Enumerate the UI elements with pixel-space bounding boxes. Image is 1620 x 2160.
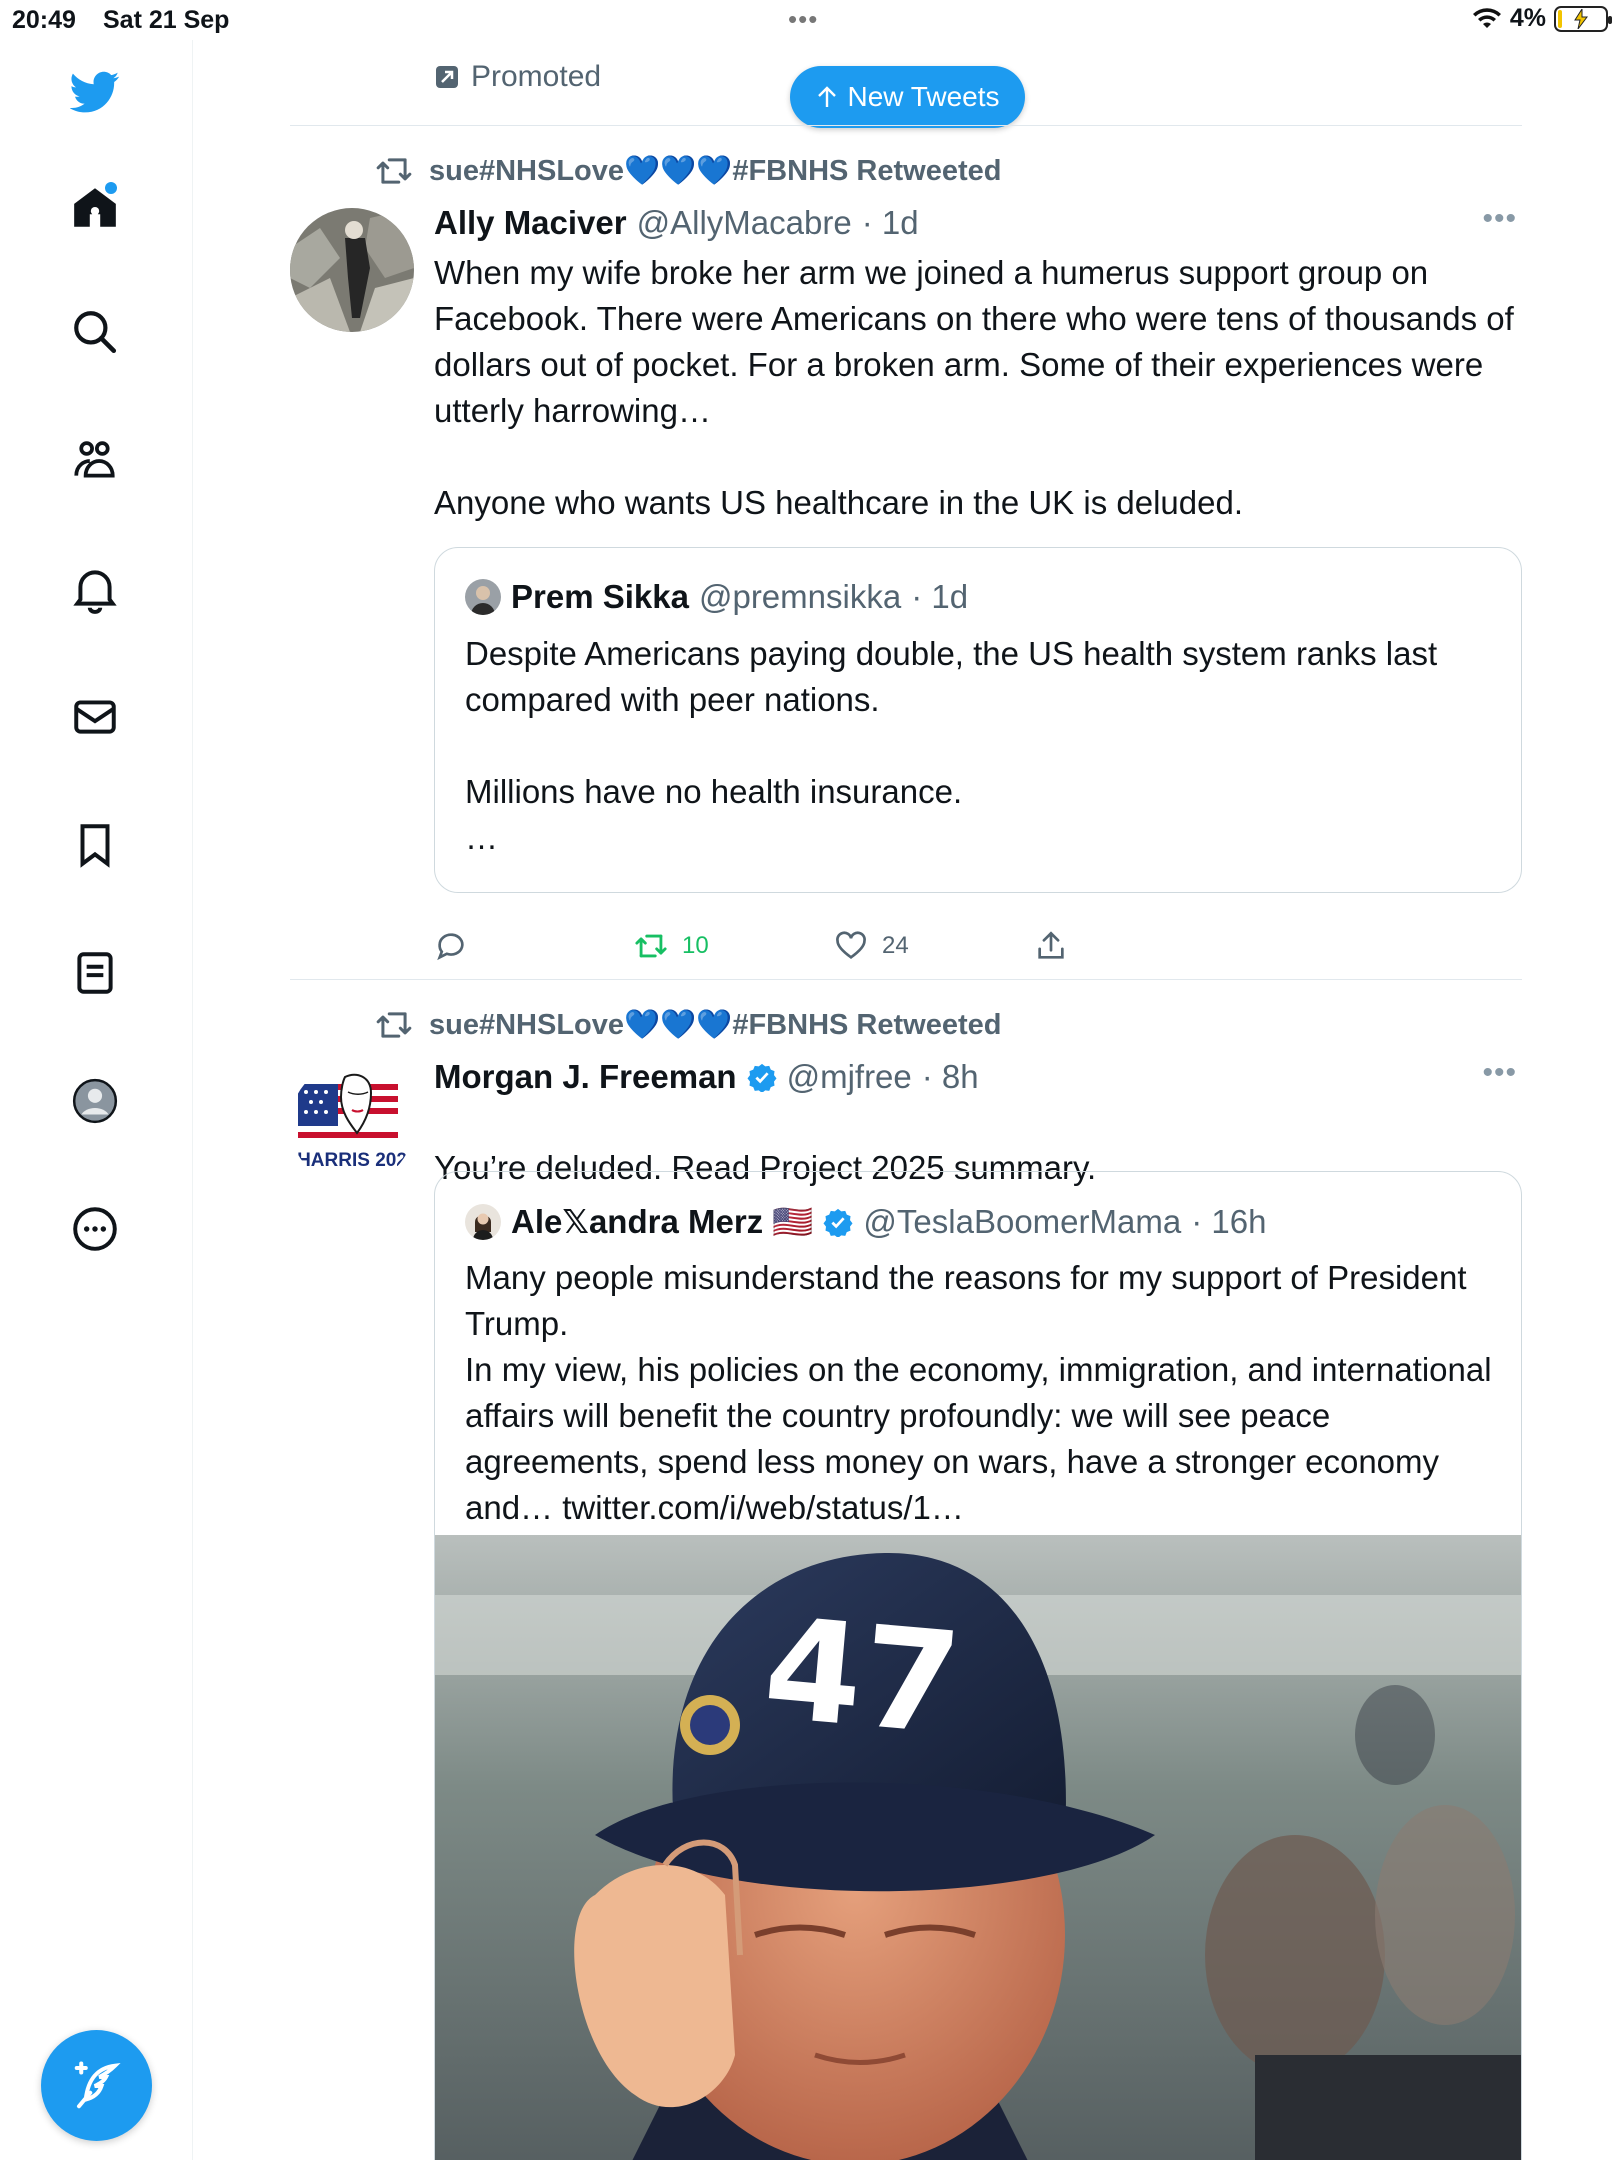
battery-icon (1554, 5, 1612, 32)
quoted-author-handle: @TeslaBoomerMama (863, 1203, 1182, 1240)
status-date: Sat 21 Sep (103, 6, 230, 34)
retweet-context[interactable]: sue#NHSLove💙💙💙#FBNHS Retweeted (375, 152, 1001, 190)
retweet-icon (376, 158, 412, 184)
feed-divider (290, 125, 1522, 126)
quoted-author-handle: @premnsikka (698, 578, 902, 615)
cap-number-text: 47 (758, 1588, 966, 1767)
quoted-tweet[interactable]: Ale𝕏andra Merz 🇺🇸 @TeslaBoomerMama · 16h… (434, 1171, 1522, 2160)
reply-button[interactable] (434, 929, 482, 963)
tweet-actions: 10 24 (434, 929, 1084, 969)
quoted-tweet-text: Many people misunderstand the reasons fo… (465, 1259, 1492, 1526)
sidebar (0, 40, 193, 2160)
quoted-author-name: Prem Sikka (511, 578, 689, 615)
compose-tweet-button[interactable] (41, 2030, 152, 2141)
communities-icon[interactable] (65, 431, 125, 491)
wifi-icon (1472, 7, 1501, 28)
tweet-timestamp[interactable]: · 1d (862, 204, 919, 242)
like-count: 24 (882, 932, 909, 959)
retweet-icon (635, 934, 667, 958)
home-notification-dot (105, 182, 117, 194)
profile-avatar-icon[interactable] (65, 1071, 125, 1131)
quoted-avatar (465, 1204, 501, 1240)
status-right: 4% (1472, 4, 1612, 33)
verified-badge-icon (823, 1208, 853, 1237)
quoted-tweet-image[interactable]: 47 (435, 1535, 1521, 2160)
author-handle[interactable]: @AllyMacabre (637, 204, 852, 242)
lists-icon[interactable] (65, 943, 125, 1003)
quoted-timestamp: · 1d (911, 578, 969, 615)
author-name[interactable]: Morgan J. Freeman (434, 1058, 737, 1096)
status-time: 20:49 (12, 6, 76, 34)
retweet-count: 10 (682, 932, 709, 959)
reply-icon (437, 933, 464, 961)
author-name[interactable]: Ally Maciver (434, 204, 627, 242)
avatar[interactable]: HARRIS 202 (290, 1062, 414, 1186)
share-icon (1038, 931, 1064, 959)
status-bar: 20:49 Sat 21 Sep ••• 4% (0, 0, 1620, 40)
quoted-tweet-header: Prem Sikka @premnsikka · 1d (465, 578, 968, 616)
avatar-text: HARRIS 202 (297, 1150, 407, 1171)
home-icon[interactable] (65, 178, 125, 238)
quoted-tweet-header: Ale𝕏andra Merz 🇺🇸 @TeslaBoomerMama · 16h (465, 1202, 1266, 1242)
tweet-text: When my wife broke her arm we joined a h… (434, 254, 1514, 521)
new-tweets-button[interactable]: New Tweets (790, 66, 1025, 128)
heart-icon (836, 931, 866, 959)
quoted-avatar (465, 579, 501, 615)
retweet-context[interactable]: sue#NHSLove💙💙💙#FBNHS Retweeted (375, 1006, 1001, 1044)
like-button[interactable]: 24 (834, 929, 909, 963)
bookmark-icon[interactable] (65, 815, 125, 875)
messages-mail-icon[interactable] (65, 687, 125, 747)
more-options-icon[interactable] (65, 1199, 125, 1259)
tweet-header: Morgan J. Freeman @mjfree · 8h (434, 1058, 979, 1096)
feed-divider (290, 979, 1522, 980)
tweet-header: Ally Maciver @AllyMacabre · 1d (434, 204, 919, 242)
tweet-more-icon[interactable]: ••• (1482, 1056, 1517, 1090)
avatar[interactable] (290, 208, 414, 332)
quoted-author-name: Ale𝕏andra Merz 🇺🇸 (511, 1203, 814, 1240)
quoted-tweet-text: Despite Americans paying double, the US … (465, 635, 1438, 856)
compose-icon (74, 2060, 121, 2108)
retweet-icon (376, 1012, 412, 1038)
retweet-button[interactable]: 10 (634, 929, 709, 963)
tweet-more-icon[interactable]: ••• (1482, 202, 1517, 236)
author-handle[interactable]: @mjfree (787, 1058, 912, 1096)
share-button[interactable] (1034, 929, 1068, 963)
promoted-label: Promoted (435, 60, 601, 94)
promoted-arrow-icon (436, 66, 458, 88)
battery-percent: 4% (1509, 4, 1546, 32)
twitter-logo-icon[interactable] (65, 62, 125, 122)
arrow-up-icon (817, 86, 836, 107)
search-icon[interactable] (65, 302, 125, 362)
quoted-tweet[interactable]: Prem Sikka @premnsikka · 1d Despite Amer… (434, 547, 1522, 893)
quoted-timestamp: · 16h (1191, 1203, 1267, 1240)
verified-badge-icon (747, 1063, 777, 1092)
multitasking-dots-icon[interactable]: ••• (788, 4, 818, 35)
tweet-timestamp[interactable]: · 8h (922, 1058, 979, 1096)
notifications-bell-icon[interactable] (65, 559, 125, 619)
